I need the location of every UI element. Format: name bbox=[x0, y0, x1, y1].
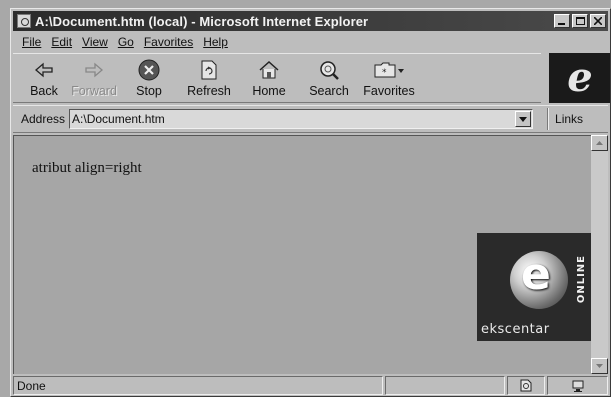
refresh-icon bbox=[201, 60, 217, 80]
refresh-label: Refresh bbox=[187, 84, 231, 98]
ie-throbber-logo[interactable]: e bbox=[549, 53, 610, 103]
address-label: Address bbox=[21, 112, 66, 126]
close-icon bbox=[594, 17, 602, 25]
scroll-up-icon bbox=[596, 141, 603, 145]
forward-button[interactable]: Forward bbox=[69, 54, 119, 102]
menu-view-label: View bbox=[82, 35, 108, 49]
menu-view[interactable]: View bbox=[77, 35, 113, 49]
menu-file-label: File bbox=[22, 35, 42, 49]
menu-file[interactable]: File bbox=[17, 35, 46, 49]
maximize-button[interactable] bbox=[572, 14, 588, 28]
status-pane-zone bbox=[547, 376, 608, 395]
status-bar: Done bbox=[13, 375, 608, 396]
address-bar: Address A:\Document.htm Links bbox=[13, 105, 608, 133]
menu-edit-label: Edit bbox=[51, 35, 73, 49]
back-button[interactable]: Back bbox=[19, 54, 69, 102]
search-button[interactable]: Search bbox=[299, 54, 359, 102]
home-icon bbox=[259, 60, 279, 79]
maximize-icon bbox=[575, 17, 585, 25]
refresh-button[interactable]: Refresh bbox=[179, 54, 239, 102]
home-label: Home bbox=[252, 84, 286, 98]
forward-label: Forward bbox=[71, 84, 117, 98]
menu-help-label: Help bbox=[203, 35, 228, 49]
home-button[interactable]: Home bbox=[239, 54, 299, 102]
logo-letter: e bbox=[521, 249, 551, 300]
svg-text:*: * bbox=[382, 68, 387, 78]
status-text: Done bbox=[13, 376, 383, 395]
address-value: A:\Document.htm bbox=[72, 112, 165, 126]
page-content: atribut align=right e ONLINE ekscentar bbox=[13, 135, 591, 374]
address-dropdown-button[interactable] bbox=[515, 111, 532, 127]
ie-page-icon[interactable] bbox=[17, 14, 31, 28]
status-pane-page bbox=[507, 376, 545, 395]
scroll-up-button[interactable] bbox=[591, 135, 608, 151]
menu-go-label: Go bbox=[117, 35, 134, 49]
search-label: Search bbox=[309, 84, 349, 98]
address-input[interactable]: A:\Document.htm bbox=[69, 109, 534, 129]
search-icon bbox=[320, 61, 339, 80]
favorites-button[interactable]: * Favorites bbox=[359, 54, 419, 102]
page-text: atribut align=right bbox=[32, 160, 142, 176]
logo-online-text: ONLINE bbox=[576, 255, 587, 304]
menu-go[interactable]: Go bbox=[113, 35, 139, 49]
links-button[interactable]: Links bbox=[549, 112, 583, 126]
close-button[interactable] bbox=[590, 14, 606, 28]
ie-logo-icon: e bbox=[567, 54, 593, 101]
vertical-scrollbar[interactable] bbox=[591, 135, 608, 374]
back-label: Back bbox=[30, 84, 58, 98]
stop-icon bbox=[138, 59, 160, 81]
menu-favorites[interactable]: Favorites bbox=[139, 35, 198, 49]
chevron-down-icon bbox=[519, 116, 528, 122]
scroll-down-icon bbox=[596, 364, 603, 368]
minimize-icon bbox=[558, 23, 565, 25]
computer-zone-icon bbox=[572, 380, 583, 392]
stop-label: Stop bbox=[136, 84, 162, 98]
menu-favorites-label: Favorites bbox=[143, 35, 194, 49]
menu-help[interactable]: Help bbox=[198, 35, 233, 49]
standard-toolbar: Back Forward Stop Refresh Home Search * … bbox=[13, 53, 541, 103]
favorites-label: Favorites bbox=[363, 84, 415, 98]
logo-brand-text: ekscentar bbox=[481, 322, 550, 337]
menu-bar: File Edit View Go Favorites Help bbox=[13, 32, 608, 52]
window-controls bbox=[554, 14, 606, 28]
ekscentar-logo-image: e ONLINE ekscentar bbox=[477, 233, 591, 341]
scroll-down-button[interactable] bbox=[591, 358, 608, 374]
status-pane-empty bbox=[385, 376, 505, 395]
forward-arrow-icon bbox=[85, 62, 103, 78]
browser-window: A:\Document.htm (local) - Microsoft Inte… bbox=[10, 8, 611, 397]
window-title: A:\Document.htm (local) - Microsoft Inte… bbox=[35, 13, 369, 29]
title-bar: A:\Document.htm (local) - Microsoft Inte… bbox=[13, 11, 608, 31]
menu-edit[interactable]: Edit bbox=[46, 35, 77, 49]
stop-button[interactable]: Stop bbox=[119, 54, 179, 102]
minimize-button[interactable] bbox=[554, 14, 570, 28]
page-icon bbox=[520, 379, 532, 392]
favorites-folder-icon: * bbox=[374, 62, 404, 78]
back-arrow-icon bbox=[35, 62, 53, 78]
